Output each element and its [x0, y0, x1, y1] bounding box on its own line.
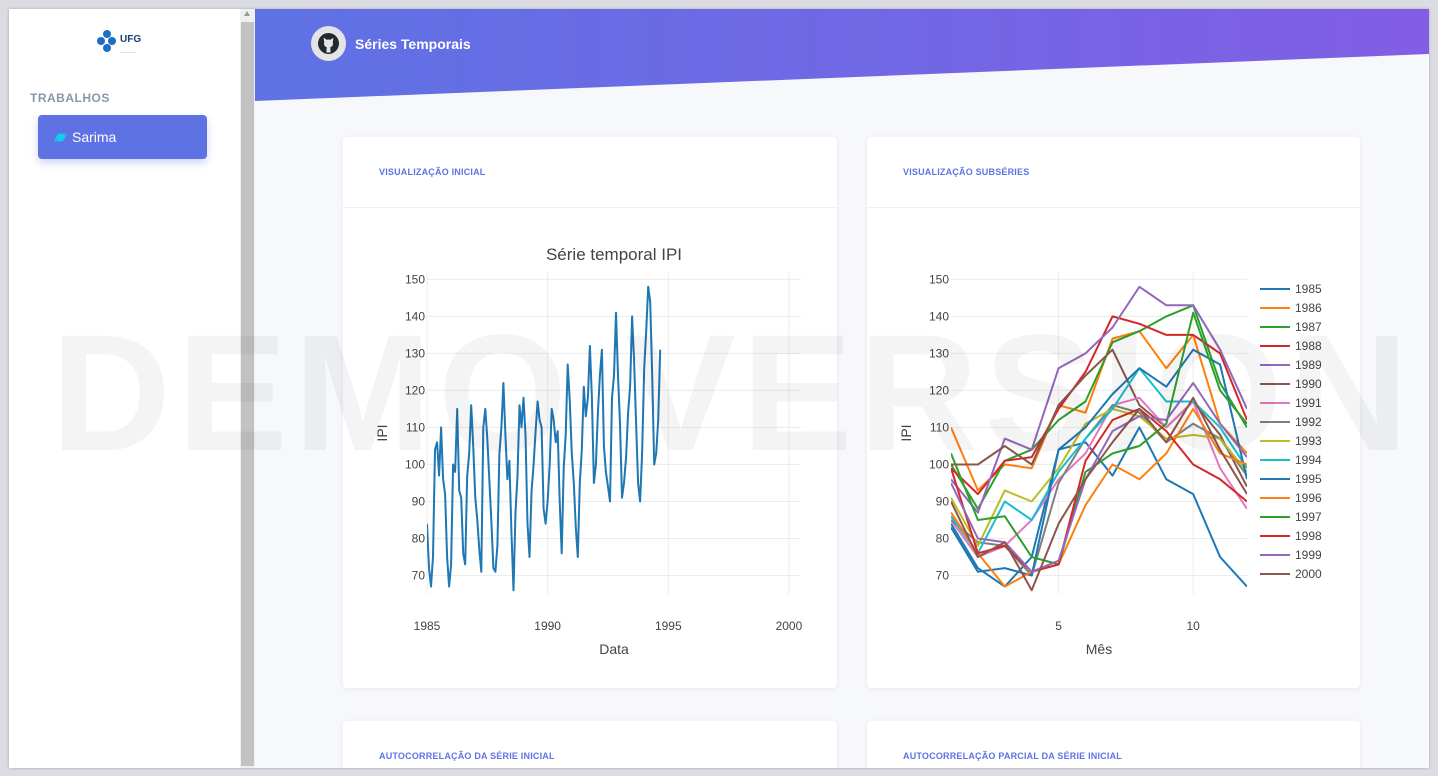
series-line — [951, 315, 1247, 496]
y-tick-label: 90 — [936, 494, 950, 508]
series-line — [951, 311, 1247, 566]
y-tick-label: 140 — [405, 309, 425, 323]
x-axis-label: Mês — [1086, 641, 1112, 657]
legend: 1985 1986 1987 1988 1989 1990 1991 1992 1993 1994… — [1260, 282, 1322, 581]
main-content: Séries Temporais VISUALIZAÇÃO INICIAL 70… — [255, 9, 1429, 768]
y-tick-label: 90 — [412, 494, 426, 508]
series-group — [951, 285, 1247, 592]
y-tick-label: 70 — [936, 568, 950, 582]
y-tick-label: 100 — [929, 457, 949, 471]
y-tick-label: 140 — [929, 309, 949, 323]
legend-label: 1988 — [1295, 339, 1322, 353]
legend-label: 1994 — [1295, 453, 1322, 467]
legend-label: 1999 — [1295, 548, 1322, 562]
ufg-logo[interactable]: UFG ———— — [97, 29, 141, 54]
x-tick-label: 2000 — [776, 619, 803, 633]
legend-label: 1993 — [1295, 434, 1322, 448]
legend-label: 1989 — [1295, 358, 1322, 372]
x-axis-label: Data — [599, 641, 629, 657]
y-tick-label: 110 — [406, 420, 425, 434]
y-axis-label: IPI — [374, 424, 390, 441]
legend-label: 1995 — [1295, 472, 1322, 486]
page-title: Séries Temporais — [355, 36, 471, 52]
scroll-up-icon[interactable] — [244, 11, 250, 16]
legend-label: 1987 — [1295, 320, 1322, 334]
y-tick-label: 120 — [405, 383, 425, 397]
series-line — [951, 304, 1247, 510]
legend-label: 1991 — [1295, 396, 1322, 410]
sidebar-item-sarima[interactable]: Sarima — [38, 115, 207, 159]
y-axis-label: IPI — [898, 424, 914, 441]
logo-subline: ———— — [120, 49, 136, 54]
logo-text: UFG — [120, 34, 142, 45]
app-window: UFG ———— TRABALHOS Sarima Séries Tempora… — [9, 9, 1429, 768]
y-tick-label: 130 — [405, 346, 425, 360]
legend-label: 1992 — [1295, 415, 1322, 429]
github-icon[interactable] — [311, 26, 346, 61]
y-tick-label: 100 — [405, 457, 425, 471]
series-line — [427, 285, 662, 592]
header-banner — [255, 9, 1429, 101]
y-tick-label: 80 — [412, 531, 426, 545]
y-tick-label: 80 — [936, 531, 950, 545]
card-visualizacao-subseries: VISUALIZAÇÃO SUBSÉRIES 70 80 90 100 110 120 13… — [867, 137, 1360, 688]
nav-section-heading: TRABALHOS — [30, 91, 110, 105]
x-tick-label: 1995 — [655, 619, 682, 633]
logo-mark-icon — [97, 29, 117, 54]
card-autocorrelacao: AUTOCORRELAÇÃO DA SÉRIE INICIAL — [343, 721, 837, 768]
y-tick-label: 110 — [930, 420, 949, 434]
legend-label: 1997 — [1295, 510, 1322, 524]
chart-title: Série temporal IPI — [546, 245, 682, 264]
card-autocorrelacao-parcial: AUTOCORRELAÇÃO PARCIAL DA SÉRIE INICIAL — [867, 721, 1360, 768]
x-tick-label: 5 — [1055, 619, 1062, 633]
legend-label: 1996 — [1295, 491, 1322, 505]
subseries-chart[interactable]: 7080901001101201301401505 10MêsIPI1985198… — [867, 208, 1360, 688]
y-tick-label: 150 — [405, 272, 425, 286]
card-title: AUTOCORRELAÇÃO PARCIAL DA SÉRIE INICIAL — [903, 751, 1122, 761]
legend-label: 2000 — [1295, 567, 1322, 581]
y-tick-label: 130 — [929, 346, 949, 360]
sidebar-scrollbar[interactable] — [240, 9, 255, 768]
y-tick-label: 120 — [929, 383, 949, 397]
planet-icon — [54, 132, 67, 142]
card-title: VISUALIZAÇÃO SUBSÉRIES — [903, 167, 1030, 177]
legend-label: 1990 — [1295, 377, 1322, 391]
x-tick-label: 1990 — [534, 619, 561, 633]
ipi-time-series-chart[interactable]: 70 80 90 100 110 120 130 140 150 1985 1990 1995 2000… — [343, 208, 837, 688]
scroll-thumb[interactable] — [241, 22, 254, 766]
legend-label: 1985 — [1295, 282, 1322, 296]
card-visualizacao-inicial: VISUALIZAÇÃO INICIAL 70 80 90 100 110 120 130 1… — [343, 137, 837, 688]
legend-label: 1998 — [1295, 529, 1322, 543]
card-title: AUTOCORRELAÇÃO DA SÉRIE INICIAL — [379, 751, 555, 761]
x-tick-label: 1985 — [414, 619, 441, 633]
series-group — [427, 285, 662, 592]
y-tick-label: 70 — [412, 568, 426, 582]
sidebar: UFG ———— TRABALHOS Sarima — [9, 9, 240, 768]
y-tick-label: 150 — [929, 272, 949, 286]
x-tick-label: 10 — [1187, 619, 1201, 633]
card-title: VISUALIZAÇÃO INICIAL — [379, 167, 486, 177]
legend-label: 1986 — [1295, 301, 1322, 315]
sidebar-item-label: Sarima — [72, 129, 117, 145]
